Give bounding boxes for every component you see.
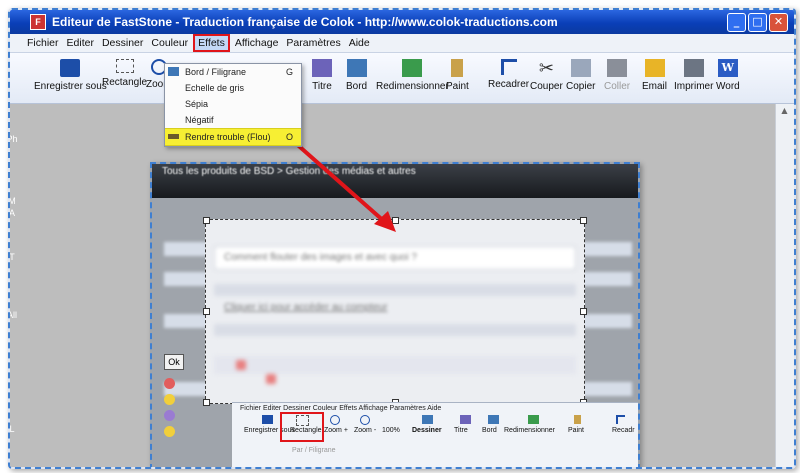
screenshot-frame: F Editeur de FastStone - Traduction fran… xyxy=(8,8,796,469)
blur-icon xyxy=(168,134,179,139)
border-watermark-icon xyxy=(168,67,179,76)
annotation-arrow xyxy=(290,138,396,232)
menu-item-label: Négatif xyxy=(185,115,214,125)
menu-item-label: Rendre trouble (Flou) xyxy=(185,132,271,142)
menu-item-border-watermark[interactable]: Bord / Filigrane G xyxy=(165,64,301,80)
effects-dropdown-menu: Bord / Filigrane G Echelle de gris Sépia… xyxy=(164,63,302,147)
menu-item-sepia[interactable]: Sépia xyxy=(165,96,301,112)
menu-item-label: Bord / Filigrane xyxy=(185,67,247,77)
menu-item-blur[interactable]: Rendre trouble (Flou) O xyxy=(165,128,301,146)
menu-item-shortcut: O xyxy=(285,132,293,142)
menu-item-shortcut: G xyxy=(285,67,293,77)
menu-item-label: Sépia xyxy=(185,99,209,109)
menu-item-label: Echelle de gris xyxy=(185,83,245,93)
menu-item-negative[interactable]: Négatif xyxy=(165,112,301,128)
menu-item-grayscale[interactable]: Echelle de gris xyxy=(165,80,301,96)
